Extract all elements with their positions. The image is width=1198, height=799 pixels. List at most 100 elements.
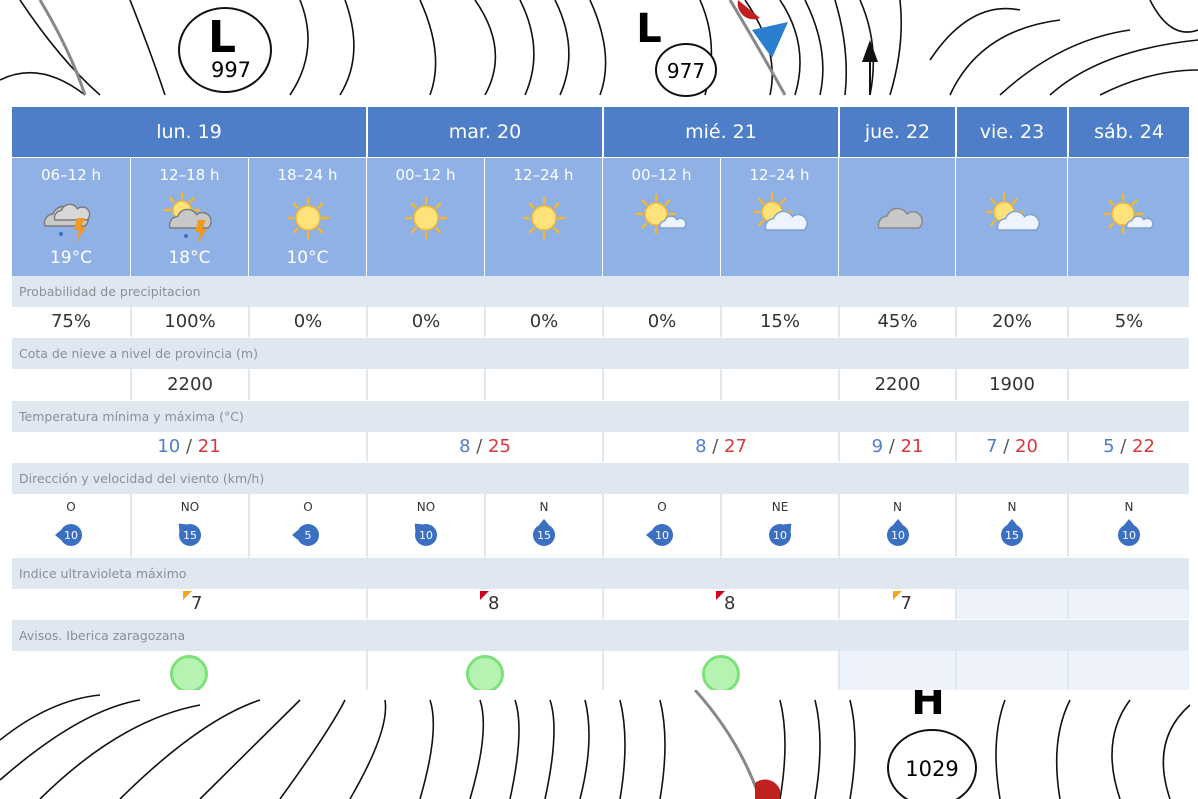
period-cell: 00–12 h — [366, 158, 484, 276]
temp-min: 7 — [986, 436, 998, 457]
period-label: 00–12 h — [395, 166, 456, 184]
wind-cell: N 15 — [955, 494, 1067, 557]
temp-max: 27 — [724, 436, 747, 457]
low-letter: L — [636, 6, 662, 52]
snow-cell — [484, 369, 602, 400]
wind-cell: O 10 — [602, 494, 720, 557]
wind-direction: N — [893, 500, 902, 514]
day-header: lun. 19 — [156, 121, 222, 143]
wind-direction: O — [657, 500, 667, 514]
wind-section-label: Dirección y velocidad del viento (km/h) — [12, 463, 1189, 494]
wind-speed: 10 — [1122, 529, 1136, 542]
low-pressure-label: 997 — [211, 58, 251, 82]
aviso-green-icon[interactable] — [170, 655, 208, 690]
sun-cloud-icon — [984, 192, 1040, 232]
period-cell: 00–12 h — [602, 158, 720, 276]
period-cell: 12–18 h 18°C — [130, 158, 248, 276]
temp-separator: / — [706, 436, 725, 457]
snow-cell — [12, 369, 130, 400]
precip-cell: 5% — [1067, 307, 1189, 337]
wind-badge-icon: 15 — [178, 523, 201, 546]
wind-speed: 15 — [1005, 529, 1019, 542]
period-label: 12–18 h — [159, 166, 220, 184]
precip-cell: 0% — [366, 307, 484, 337]
snow-cell — [248, 369, 366, 400]
uv-row: 7 8 8 7 — [12, 589, 1189, 619]
day-header: vie. 23 — [955, 107, 1067, 157]
uv-cell: 8 — [602, 589, 838, 619]
wind-badge-icon: 5 — [292, 524, 319, 546]
wind-direction: N — [1124, 500, 1134, 514]
uv-value: 8 — [488, 593, 500, 614]
period-label: 06–12 h — [41, 166, 101, 184]
wind-speed: 15 — [183, 529, 197, 542]
wind-cell: O5 — [248, 494, 366, 557]
aviso-green-icon[interactable] — [466, 655, 504, 690]
temp-cell: 8 / 25 — [366, 432, 602, 462]
temp-separator: / — [470, 436, 489, 457]
period-temp: 18°C — [168, 248, 211, 268]
temp-max: 20 — [1015, 436, 1038, 457]
period-cell: 06–12 h 19°C — [12, 158, 130, 276]
snow-row: 2200 2200 1900 — [12, 369, 1189, 400]
period-cell: 12–24 h — [720, 158, 838, 276]
precip-cell: 0% — [484, 307, 602, 337]
snow-cell — [1067, 369, 1189, 400]
sun-cloud-icon — [752, 192, 808, 232]
wind-cell: NO 15 — [130, 494, 248, 557]
aviso-cell — [12, 651, 366, 690]
aviso-green-icon[interactable] — [702, 655, 740, 690]
sun-icon — [286, 196, 329, 240]
uv-value: 7 — [900, 593, 912, 614]
uv-value: 7 — [191, 593, 203, 614]
period-label: 18–24 h — [277, 166, 338, 184]
wind-cell: N 10 — [1067, 494, 1189, 557]
wind-badge-icon: 10 — [55, 524, 82, 546]
sun-small-cloud-icon — [1102, 193, 1154, 235]
precip-section-label: Probabilidad de precipitacion — [12, 276, 1189, 307]
temp-cell: 10 / 21 — [12, 432, 366, 462]
temp-separator: / — [883, 436, 901, 457]
precip-cell: 45% — [838, 307, 955, 337]
snow-section-label: Cota de nieve a nivel de provincia (m) — [12, 338, 1189, 369]
aviso-cell — [1067, 651, 1189, 690]
wind-direction: N — [539, 500, 549, 514]
wind-speed: 10 — [891, 529, 905, 542]
precip-cell: 15% — [720, 307, 838, 337]
sun-icon — [404, 196, 447, 240]
period-temp: 19°C — [49, 248, 92, 268]
wind-direction: N — [1007, 500, 1017, 514]
temp-min: 8 — [695, 436, 707, 457]
wind-badge-icon: 15 — [1001, 519, 1023, 546]
day-header-row: lun. 19 mar. 20 mié. 21 jue. 22 vie. 23 sáb. … — [12, 107, 1189, 157]
snow-cell — [602, 369, 720, 400]
temp-min: 9 — [871, 436, 884, 457]
temp-cell: 8 / 27 — [602, 432, 838, 462]
period-cell: 12–24 h — [484, 158, 602, 276]
period-label: 12–24 h — [513, 166, 574, 184]
precip-cell: 75% — [50, 311, 91, 332]
aviso-cell — [955, 651, 1067, 690]
low-pressure-label: 977 — [667, 59, 705, 83]
period-cell — [955, 158, 1067, 276]
wind-speed: 5 — [305, 529, 312, 542]
period-temp: 10°C — [286, 248, 329, 268]
aviso-cell — [366, 651, 602, 690]
snow-cell — [366, 369, 484, 400]
low-letter: L — [208, 12, 236, 63]
period-cell: 18–24 h 10°C — [248, 158, 366, 276]
period-header-row: 06–12 h 19°C 12–18 h 18°C 18–24 h 10°C 00–12 h… — [12, 158, 1189, 276]
wind-badge-icon: 10 — [886, 519, 909, 546]
temp-min: 8 — [459, 436, 471, 457]
uv-section-label: Indice ultravioleta máximo — [12, 558, 1189, 589]
period-label: 12–24 h — [749, 166, 810, 184]
sun-storm-cloud-icon — [163, 191, 212, 244]
wind-direction: O — [303, 500, 313, 514]
uv-cell — [1067, 589, 1189, 619]
avisos-row — [12, 651, 1189, 690]
snow-cell: 2200 — [130, 369, 248, 400]
sun-icon — [522, 196, 565, 240]
day-header: jue. 22 — [838, 107, 955, 157]
wind-speed: 15 — [537, 529, 551, 542]
avisos-section-label: Avisos. Iberica zaragozana — [12, 620, 1189, 651]
